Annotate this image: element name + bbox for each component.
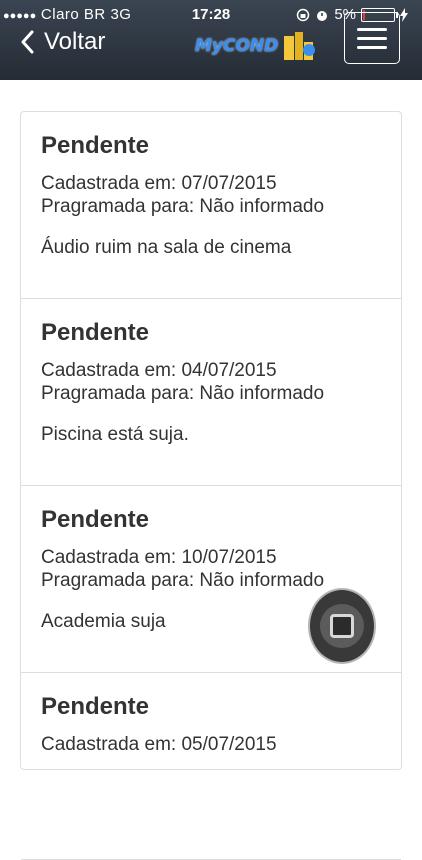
alarm-icon <box>317 11 328 21</box>
building-icon <box>284 32 316 60</box>
occurrence-list: Pendente Cadastrada em: 07/07/2015 Pragr… <box>20 111 402 860</box>
logo-text: MyCOND <box>195 36 279 56</box>
rotation-lock-icon <box>297 8 310 22</box>
menu-button[interactable] <box>344 12 400 64</box>
back-label: Voltar <box>44 28 106 55</box>
occurrence-status: Pendente <box>41 693 150 720</box>
scheduled-date: Pragramada para: Não informado <box>41 570 325 591</box>
scheduled-date: Pragramada para: Não informado <box>41 196 325 217</box>
list-item[interactable]: Pendente Cadastrada em: 04/07/2015 Pragr… <box>21 299 401 486</box>
chevron-left-icon <box>21 30 34 54</box>
app-header: ●●●●● Claro BR 3G 17:28 5% Voltar MyCOND <box>0 0 422 80</box>
registered-date: Cadastrada em: 10/07/2015 <box>41 547 277 568</box>
app-logo: MyCOND <box>195 30 316 62</box>
back-button[interactable]: Voltar <box>20 24 105 60</box>
hamburger-icon-line <box>357 45 387 49</box>
registered-date: Cadastrada em: 05/07/2015 <box>41 734 277 755</box>
occurrence-description: Áudio ruim na sala de cinema <box>41 237 292 258</box>
registered-date: Cadastrada em: 07/07/2015 <box>41 173 277 194</box>
assistive-touch-icon <box>320 604 364 648</box>
assistive-touch-button[interactable] <box>308 588 376 664</box>
list-item[interactable]: Pendente Cadastrada em: 07/07/2015 Pragr… <box>21 112 401 299</box>
scheduled-date: Pragramada para: Não informado <box>41 383 325 404</box>
occurrence-status: Pendente <box>41 319 150 346</box>
hamburger-icon-line <box>357 27 387 31</box>
occurrence-status: Pendente <box>41 132 150 159</box>
occurrence-status: Pendente <box>41 506 150 533</box>
hamburger-icon-line <box>357 36 387 40</box>
occurrence-description: Piscina está suja. <box>41 424 189 445</box>
charging-icon <box>400 8 408 22</box>
list-item[interactable]: Pendente Cadastrada em: 05/07/2015 <box>21 673 401 860</box>
registered-date: Cadastrada em: 04/07/2015 <box>41 360 277 381</box>
